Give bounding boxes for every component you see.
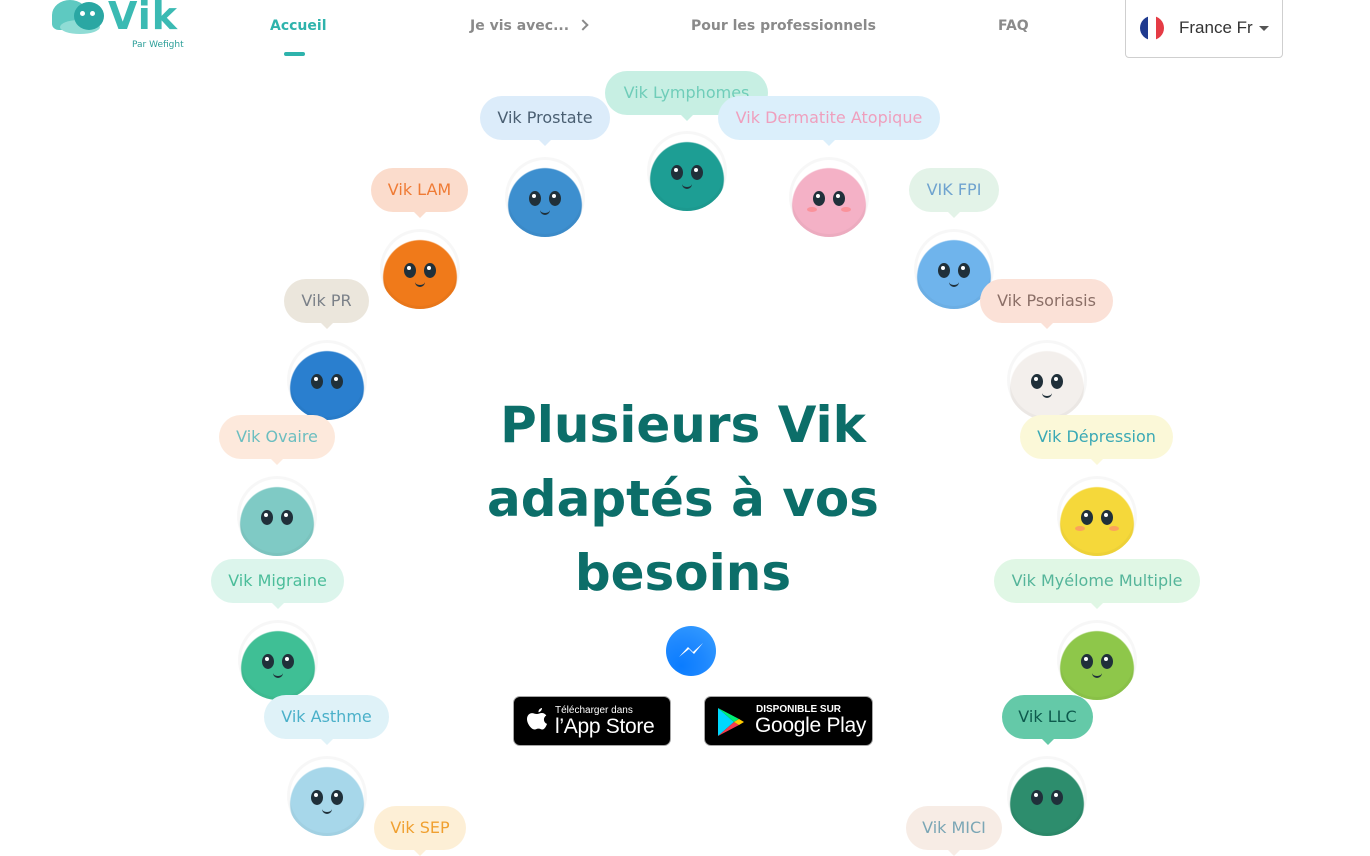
vik-label-pill: Vik Migraine bbox=[211, 559, 344, 609]
vik-label-pill: Vik MICI bbox=[906, 806, 1002, 856]
france-flag-icon bbox=[1140, 16, 1164, 40]
nav-faq[interactable]: FAQ bbox=[998, 18, 1029, 34]
vik-logo[interactable]: Vik Par Wefight bbox=[50, 0, 190, 52]
vik-label-pill: Vik LLC bbox=[1002, 695, 1093, 745]
logo-wordmark: Vik bbox=[108, 0, 179, 38]
nav-active-indicator bbox=[284, 52, 305, 56]
logo-eye-icon bbox=[90, 11, 95, 16]
vik-label-pill: Vik Psoriasis bbox=[980, 279, 1113, 329]
vik-asthme-avatar bbox=[287, 756, 367, 836]
vik-depression-avatar bbox=[1057, 476, 1137, 556]
vik-ovaire-avatar bbox=[237, 476, 317, 556]
google-play-button[interactable]: DISPONIBLE SUR Google Play bbox=[704, 696, 873, 746]
vik-label-pill: Vik Asthme bbox=[264, 695, 389, 745]
vik-pr-avatar bbox=[287, 340, 367, 420]
vik-label-pill: Vik Prostate bbox=[480, 96, 610, 146]
vik-lam-avatar bbox=[380, 229, 460, 309]
vik-label-pill: Vik PR bbox=[284, 279, 369, 329]
logo-eye-icon bbox=[80, 11, 85, 16]
logo-subtitle: Par Wefight bbox=[132, 40, 184, 50]
nav-je-vis-avec-label: Je vis avec... bbox=[470, 18, 570, 34]
google-play-big-text: Google Play bbox=[755, 714, 867, 737]
apple-icon bbox=[527, 708, 547, 730]
vik-label-pill: VIK FPI bbox=[909, 168, 999, 218]
vik-psoriasis-avatar bbox=[1007, 340, 1087, 420]
chevron-right-icon bbox=[577, 19, 589, 31]
google-play-icon bbox=[718, 708, 744, 736]
vik-lymphomes-avatar bbox=[647, 131, 727, 211]
app-store-button[interactable]: Télécharger dans l’App Store bbox=[513, 696, 671, 746]
logo-bubble-icon bbox=[74, 2, 104, 30]
vik-myelome-avatar bbox=[1057, 620, 1137, 700]
vik-label-pill: Vik Myélome Multiple bbox=[994, 559, 1200, 609]
vik-label-pill: Vik Ovaire bbox=[219, 415, 335, 465]
vik-label-pill: Vik SEP bbox=[374, 806, 466, 856]
vik-dermatite-avatar bbox=[789, 157, 869, 237]
vik-label-pill: Vik Dermatite Atopique bbox=[718, 96, 940, 146]
messenger-icon[interactable] bbox=[666, 626, 716, 676]
vik-prostate-avatar bbox=[505, 157, 585, 237]
language-selector[interactable]: France Fr bbox=[1125, 0, 1283, 58]
headline-line: adaptés à vos bbox=[487, 470, 879, 528]
language-label: France Fr bbox=[1179, 18, 1253, 37]
nav-accueil[interactable]: Accueil bbox=[270, 18, 327, 34]
headline-line: besoins bbox=[574, 544, 792, 602]
page-headline: Plusieurs Vik adaptés à vos besoins bbox=[483, 388, 883, 610]
vik-label-pill: Vik LAM bbox=[371, 168, 468, 218]
vik-llc-avatar bbox=[1007, 756, 1087, 836]
nav-professionnels[interactable]: Pour les professionnels bbox=[691, 18, 876, 34]
app-store-big-text: l’App Store bbox=[555, 715, 655, 738]
caret-down-icon bbox=[1259, 26, 1269, 31]
headline-line: Plusieurs Vik bbox=[500, 396, 866, 454]
vik-label-pill: Vik Dépression bbox=[1020, 415, 1173, 465]
vik-migraine-avatar bbox=[238, 620, 318, 700]
nav-je-vis-avec[interactable]: Je vis avec... bbox=[470, 18, 589, 34]
